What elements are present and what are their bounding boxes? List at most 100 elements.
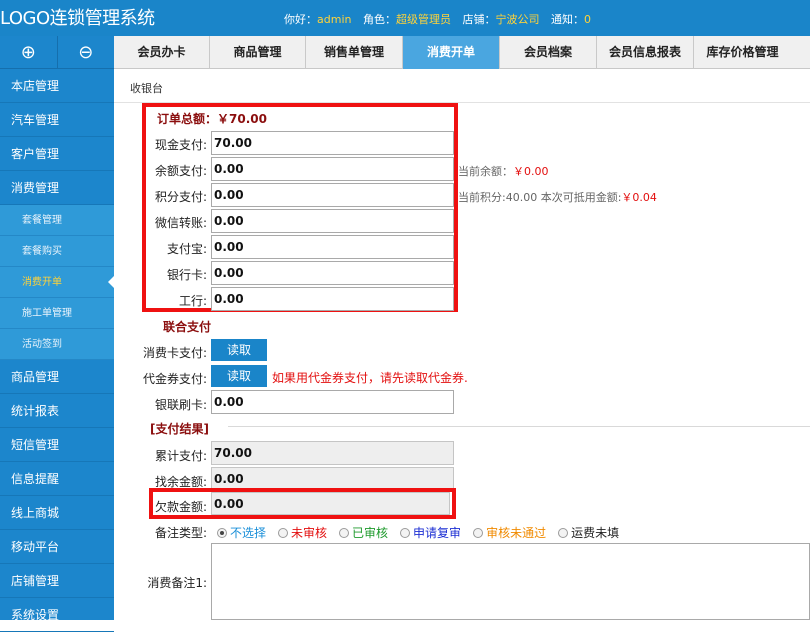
debt-label: 欠款金额: [154, 500, 207, 514]
alipay-label: 支付宝: [166, 242, 207, 256]
combined-payment-title: 联合支付 [163, 320, 212, 334]
voucher-warning: 如果用代金券支付，请先读取代金券. [272, 371, 468, 385]
balance-hint-value: ￥0.00 [513, 165, 549, 178]
radio-reviewed[interactable]: 已审核 [339, 524, 388, 541]
sidebar-subitem-package-buy[interactable]: 套餐购买 [0, 236, 114, 267]
order-total-label: 订单总额： [157, 112, 218, 126]
store-label: 店铺： [462, 13, 496, 26]
radio-none[interactable]: 不选择 [217, 524, 266, 541]
order-total-value: ￥70.00 [217, 112, 267, 126]
sidebar-item-goods[interactable]: 商品管理 [0, 360, 114, 394]
tab-goods[interactable]: 商品管理 [210, 36, 306, 69]
sidebar-item-store[interactable]: 本店管理 [0, 69, 114, 103]
radio-dot-review-failed[interactable] [473, 527, 484, 538]
sidebar: ⊕ ⊖ 本店管理 汽车管理 客户管理 消费管理 套餐管理 套餐购买 消费开单 施… [0, 36, 115, 632]
wechat-label: 微信转账: [154, 216, 207, 230]
balance-hint-label: 当前余额： [458, 165, 513, 178]
user-name[interactable]: admin [317, 13, 351, 26]
remark-type-label: 备注类型: [154, 526, 207, 540]
sidebar-item-online-mall[interactable]: 线上商城 [0, 496, 114, 530]
voucher-label: 代金券支付: [142, 372, 207, 386]
sidebar-tools: ⊕ ⊖ [0, 36, 114, 69]
sidebar-item-sms[interactable]: 短信管理 [0, 428, 114, 462]
radio-request-review-label: 申请复审 [413, 526, 462, 540]
notice-count[interactable]: 0 [584, 13, 591, 26]
user-info: 你好：admin 角色：超级管理员 店铺：宁波公司 通知：0 [284, 11, 591, 27]
radio-review-failed-label: 审核未通过 [486, 526, 547, 540]
role-value: 超级管理员 [395, 13, 451, 26]
radio-dot-none[interactable] [217, 527, 227, 538]
radio-dot-unreviewed[interactable] [278, 527, 289, 538]
debt-field: 0.00 [211, 492, 450, 515]
points-hint-value: ￥0.04 [621, 191, 657, 204]
tab-billing[interactable]: 消费开单 [403, 36, 500, 69]
bank-card-input[interactable]: 0.00 [211, 261, 454, 285]
radio-review-failed[interactable]: 审核未通过 [473, 524, 546, 541]
balance-hint: 当前余额：￥0.00 [458, 163, 549, 179]
tab-bar: 会员办卡 商品管理 销售单管理 消费开单 会员档案 会员信息报表 库存价格管理 [114, 36, 810, 69]
payment-result-title: [支付结果] [150, 422, 209, 436]
wechat-input[interactable]: 0.00 [211, 209, 454, 233]
expand-all-icon[interactable]: ⊕ [0, 36, 58, 68]
radio-freight-missing[interactable]: 运费未填 [558, 524, 619, 541]
icbc-input[interactable]: 0.00 [211, 287, 454, 311]
tab-member-report[interactable]: 会员信息报表 [597, 36, 694, 69]
read-card-button[interactable]: 读取 [211, 339, 267, 361]
sidebar-subitem-checkin[interactable]: 活动签到 [0, 329, 114, 360]
remark-type-radio-group: 不选择 未审核 已审核 申请复审 审核未通过 运费未填 [217, 524, 631, 541]
breadcrumb: 收银台 [130, 82, 163, 95]
remark-note-label: 消费备注1: [147, 576, 207, 590]
radio-dot-request-review[interactable] [400, 527, 411, 538]
radio-unreviewed[interactable]: 未审核 [278, 524, 327, 541]
radio-request-review[interactable]: 申请复审 [400, 524, 461, 541]
cash-label: 现金支付: [154, 138, 207, 152]
unionpay-input[interactable]: 0.00 [211, 390, 454, 414]
radio-reviewed-label: 已审核 [352, 526, 389, 540]
balance-pay-input[interactable]: 0.00 [211, 157, 454, 181]
points-hint-label: 当前积分:40.00 本次可抵用金额: [458, 191, 622, 204]
sidebar-subitem-billing[interactable]: 消费开单 [0, 267, 115, 298]
radio-dot-reviewed[interactable] [339, 527, 350, 538]
tab-membership-card[interactable]: 会员办卡 [114, 36, 210, 69]
consumer-card-label: 消费卡支付: [142, 346, 207, 360]
tab-member-files[interactable]: 会员档案 [500, 36, 597, 69]
hello-label: 你好： [284, 13, 317, 26]
cash-input[interactable]: 70.00 [211, 131, 454, 155]
unionpay-label: 银联刷卡: [154, 398, 207, 412]
radio-freight-missing-label: 运费未填 [571, 526, 620, 540]
sidebar-item-settings[interactable]: 系统设置 [0, 598, 114, 632]
read-voucher-button[interactable]: 读取 [211, 365, 267, 387]
role-label: 角色： [362, 13, 396, 26]
radio-unreviewed-label: 未审核 [291, 526, 328, 540]
order-total: 订单总额：￥70.00 [157, 110, 267, 127]
result-divider [228, 426, 810, 427]
sidebar-item-shop-manage[interactable]: 店铺管理 [0, 564, 114, 598]
top-bar: LOGO连锁管理系统 你好：admin 角色：超级管理员 店铺：宁波公司 通知：… [0, 0, 810, 36]
sidebar-item-customer[interactable]: 客户管理 [0, 137, 114, 171]
points-pay-input[interactable]: 0.00 [211, 183, 454, 207]
icbc-label: 工行: [178, 294, 207, 308]
remark-note-textarea[interactable] [211, 543, 810, 620]
sidebar-item-reports[interactable]: 统计报表 [0, 394, 114, 428]
notice-label: 通知： [550, 13, 584, 26]
tab-inventory-price[interactable]: 库存价格管理 [694, 36, 791, 69]
radio-dot-freight-missing[interactable] [558, 527, 569, 538]
tab-sales-orders[interactable]: 销售单管理 [306, 36, 403, 69]
sidebar-subitem-work-orders[interactable]: 施工单管理 [0, 298, 114, 329]
balance-pay-label: 余额支付: [154, 164, 207, 178]
bank-card-label: 银行卡: [166, 268, 207, 282]
alipay-input[interactable]: 0.00 [211, 235, 454, 259]
sidebar-item-consumption[interactable]: 消费管理 [0, 171, 114, 205]
cumulative-field: 70.00 [211, 441, 454, 465]
cumulative-label: 累计支付: [154, 449, 207, 463]
sidebar-item-car[interactable]: 汽车管理 [0, 103, 114, 137]
sidebar-item-reminders[interactable]: 信息提醒 [0, 462, 114, 496]
collapse-all-icon[interactable]: ⊖ [58, 36, 115, 68]
store-value[interactable]: 宁波公司 [495, 13, 539, 26]
app-logo: LOGO连锁管理系统 [0, 8, 155, 29]
points-hint: 当前积分:40.00 本次可抵用金额:￥0.04 [458, 189, 657, 205]
sidebar-item-mobile[interactable]: 移动平台 [0, 530, 114, 564]
points-pay-label: 积分支付: [154, 190, 207, 204]
radio-none-label: 不选择 [230, 526, 267, 540]
sidebar-subitem-package-manage[interactable]: 套餐管理 [0, 205, 114, 236]
